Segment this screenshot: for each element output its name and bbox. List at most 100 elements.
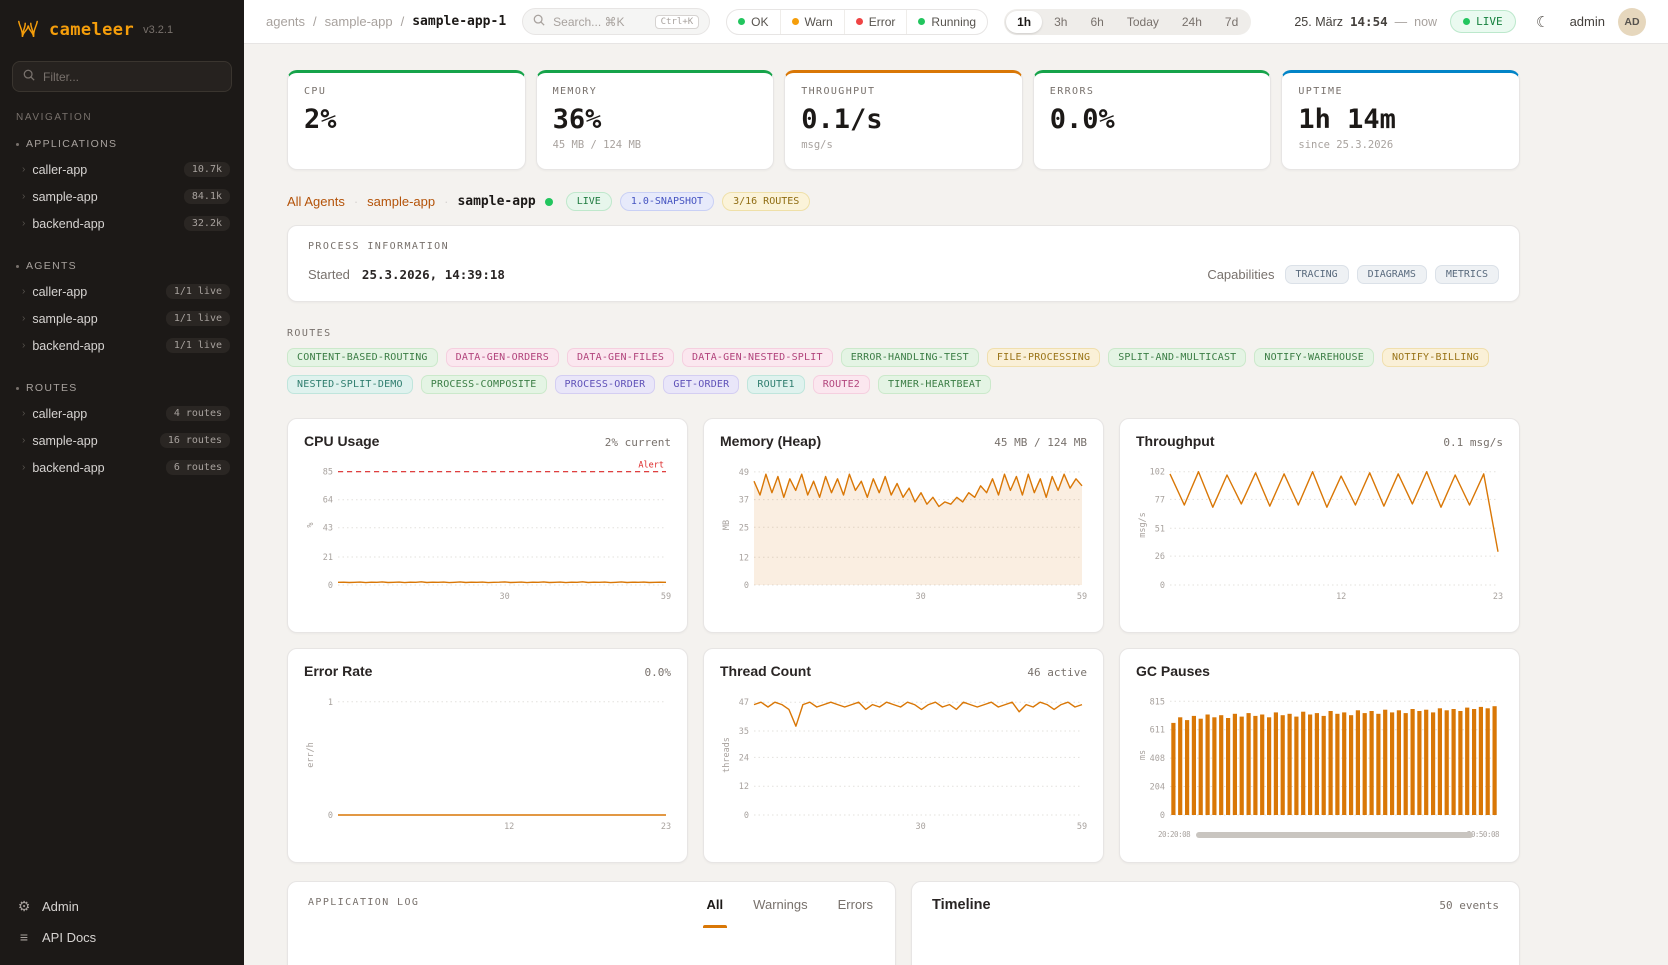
cpu-usage-chart-card: CPU Usage 2% current 0214364853059%Alert <box>287 418 688 633</box>
route-chip[interactable]: GET-ORDER <box>663 375 739 394</box>
user-menu[interactable]: admin <box>1570 14 1605 29</box>
api-docs-link[interactable]: ≡ API Docs <box>16 929 228 945</box>
sidebar-item-badge: 1/1 live <box>166 338 230 353</box>
route-chip[interactable]: SPLIT-AND-MULTICAST <box>1108 348 1246 367</box>
thread-count-chart: 0122435473059threads <box>720 683 1087 836</box>
sidebar-item-badge: 4 routes <box>166 406 230 421</box>
date-range[interactable]: 25. März 14:54 — now <box>1294 14 1437 29</box>
breadcrumb: agents / sample-app / sample-app-1 <box>266 14 506 29</box>
avatar[interactable]: AD <box>1618 8 1646 36</box>
status-filter[interactable]: OK <box>727 10 779 34</box>
svg-text:MB: MB <box>722 520 732 530</box>
time-range-button[interactable]: 24h <box>1171 11 1213 33</box>
breadcrumb-current: sample-app-1 <box>412 14 506 29</box>
sidebar-item[interactable]: › caller-app 10.7k <box>0 156 244 183</box>
time-range-button[interactable]: 3h <box>1043 11 1078 33</box>
route-chip[interactable]: ROUTE2 <box>813 375 870 394</box>
sidebar-item[interactable]: › sample-app 84.1k <box>0 183 244 210</box>
route-chip[interactable]: PROCESS-ORDER <box>555 375 656 394</box>
status-dot-icon <box>856 18 863 25</box>
breadcrumb-sample-app[interactable]: sample-app <box>325 14 393 29</box>
svg-text:24: 24 <box>739 753 749 763</box>
group-header-applications[interactable]: APPLICATIONS <box>0 135 244 156</box>
status-filter[interactable]: Running <box>906 10 987 34</box>
dark-mode-toggle[interactable]: ☾ <box>1529 8 1557 36</box>
svg-text:47: 47 <box>739 698 749 708</box>
live-toggle[interactable]: LIVE <box>1450 10 1516 33</box>
group-header-routes[interactable]: ROUTES <box>0 379 244 400</box>
thread-count-chart-card: Thread Count 46 active 0122435473059thre… <box>703 648 1104 863</box>
svg-text:err/h: err/h <box>306 742 316 768</box>
stat-card: UPTIME 1h 14m since 25.3.2026 <box>1281 70 1520 170</box>
log-tab[interactable]: Warnings <box>751 897 809 928</box>
route-chip[interactable]: TIMER-HEARTBEAT <box>878 375 991 394</box>
filter-input[interactable] <box>43 70 221 84</box>
app-logo[interactable]: cameleer v3.2.1 <box>0 0 244 55</box>
agent-badges: LIVE1.0-SNAPSHOT3/16 ROUTES <box>566 192 811 211</box>
chevron-right-icon: › <box>22 341 25 351</box>
time-range-button[interactable]: 6h <box>1079 11 1114 33</box>
route-chip[interactable]: DATA-GEN-NESTED-SPLIT <box>682 348 833 367</box>
status-filter[interactable]: Error <box>844 10 907 34</box>
route-chip[interactable]: PROCESS-COMPOSITE <box>421 375 547 394</box>
sidebar-item[interactable]: › backend-app 6 routes <box>0 454 244 481</box>
log-tab[interactable]: Errors <box>836 897 875 928</box>
route-chip[interactable]: NOTIFY-BILLING <box>1382 348 1489 367</box>
route-chip[interactable]: CONTENT-BASED-ROUTING <box>287 348 438 367</box>
sidebar-item[interactable]: › sample-app 16 routes <box>0 427 244 454</box>
gc-pauses-scrollbar[interactable] <box>1196 832 1473 838</box>
chevron-right-icon: › <box>22 192 25 202</box>
all-agents-link[interactable]: All Agents <box>287 194 345 209</box>
capability-badge: DIAGRAMS <box>1357 265 1427 284</box>
route-chip[interactable]: DATA-GEN-ORDERS <box>446 348 559 367</box>
route-chip[interactable]: FILE-PROCESSING <box>987 348 1100 367</box>
log-tab[interactable]: All <box>705 897 726 928</box>
sidebar-filter[interactable] <box>12 61 232 92</box>
svg-text:12: 12 <box>739 782 749 792</box>
route-chip[interactable]: DATA-GEN-FILES <box>567 348 674 367</box>
sidebar-item[interactable]: › backend-app 32.2k <box>0 210 244 237</box>
sidebar-footer: ⚙ Admin ≡ API Docs <box>0 884 244 965</box>
chevron-right-icon: › <box>22 314 25 324</box>
svg-text:threads: threads <box>722 737 732 773</box>
stat-card: ERRORS 0.0% <box>1033 70 1272 170</box>
routes-title: ROUTES <box>287 328 1520 339</box>
svg-text:43: 43 <box>323 524 333 534</box>
route-chip[interactable]: NOTIFY-WAREHOUSE <box>1254 348 1374 367</box>
status-filter[interactable]: Warn <box>780 10 844 34</box>
current-agent-name: sample-app <box>457 194 535 209</box>
stat-sub-label: msg/s <box>801 139 1006 151</box>
error-rate-chart-card: Error Rate 0.0% 011223err/h <box>287 648 688 863</box>
sidebar-item[interactable]: › caller-app 1/1 live <box>0 278 244 305</box>
memory-heap-chart-card: Memory (Heap) 45 MB / 124 MB 01225374930… <box>703 418 1104 633</box>
svg-text:0: 0 <box>744 581 749 591</box>
search-input[interactable] <box>553 15 646 29</box>
date-label: 25. März <box>1294 15 1343 29</box>
route-chip[interactable]: ERROR-HANDLING-TEST <box>841 348 979 367</box>
svg-text:85: 85 <box>323 468 333 478</box>
stat-value: 36% <box>553 104 758 135</box>
route-chip[interactable]: ROUTE1 <box>747 375 804 394</box>
group-header-agents[interactable]: AGENTS <box>0 257 244 278</box>
time-range-button[interactable]: 7d <box>1214 11 1249 33</box>
now-label: now <box>1414 15 1437 29</box>
error-rate-chart: 011223err/h <box>304 683 671 836</box>
admin-link[interactable]: ⚙ Admin <box>16 898 228 915</box>
timeline-title: Timeline <box>932 897 991 913</box>
breadcrumb-agents[interactable]: agents <box>266 14 305 29</box>
throughput-chart: 02651771021223msg/s <box>1136 453 1503 606</box>
sidebar-item[interactable]: › caller-app 4 routes <box>0 400 244 427</box>
global-search[interactable]: Ctrl+K <box>522 8 710 35</box>
sample-app-link[interactable]: sample-app <box>367 194 435 209</box>
sidebar-item[interactable]: › sample-app 1/1 live <box>0 305 244 332</box>
sidebar-item[interactable]: › backend-app 1/1 live <box>0 332 244 359</box>
time-range-button[interactable]: 1h <box>1006 11 1042 33</box>
route-chip[interactable]: NESTED-SPLIT-DEMO <box>287 375 413 394</box>
time-range-button[interactable]: Today <box>1116 11 1170 33</box>
agent-header: All Agents · sample-app · sample-app LIV… <box>287 192 1520 211</box>
gc-pauses-chart: 0204408611815ms <box>1136 683 1503 836</box>
agent-badge: LIVE <box>566 192 612 211</box>
svg-text:%: % <box>306 522 316 527</box>
svg-text:ms: ms <box>1138 750 1148 760</box>
svg-text:611: 611 <box>1150 726 1165 736</box>
